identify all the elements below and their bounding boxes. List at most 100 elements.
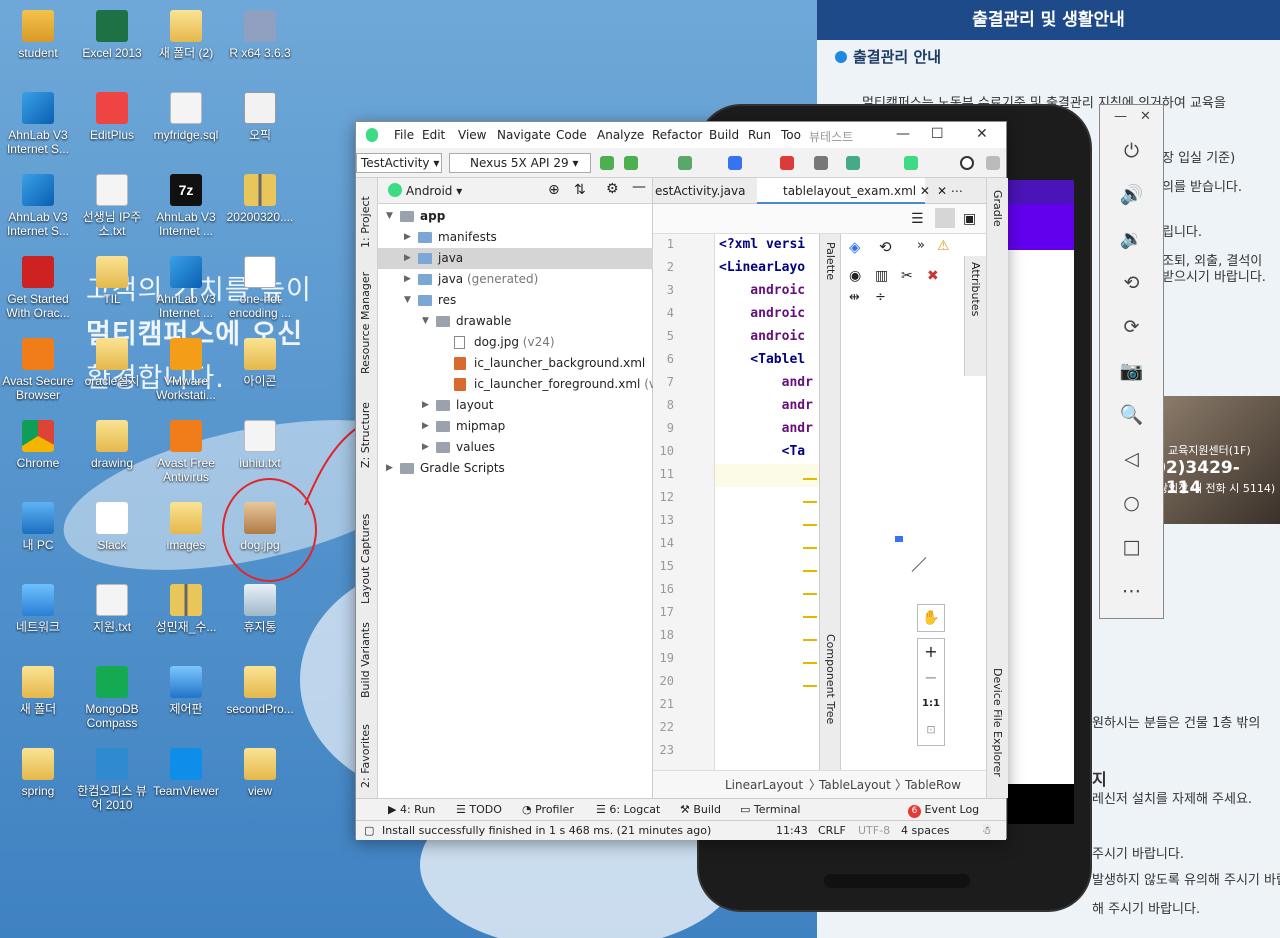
tab-device-file-explorer[interactable]: Device File Explorer xyxy=(991,668,1004,777)
sync-icon[interactable] xyxy=(846,156,860,170)
tab-attributes[interactable]: Attributes xyxy=(969,262,982,316)
rotate-right-icon[interactable]: ⟳ xyxy=(1100,307,1163,347)
hide-panel-icon[interactable]: — xyxy=(632,179,646,195)
volume-up-icon[interactable]: 🔊 xyxy=(1100,175,1163,215)
orientation-icon[interactable]: ⟲ xyxy=(879,238,892,256)
desktop-icon[interactable]: Chrome xyxy=(0,420,76,470)
split-view-icon[interactable] xyxy=(935,208,955,228)
collapsed-arrow-icon[interactable]: ▶ xyxy=(404,227,414,248)
collapsed-arrow-icon[interactable]: ▶ xyxy=(386,458,396,479)
collapsed-arrow-icon[interactable]: ▶ xyxy=(404,269,414,290)
breadcrumb-item[interactable]: TableRow xyxy=(905,771,961,799)
menu-navigate[interactable]: Navigate xyxy=(497,128,551,142)
indent-setting[interactable]: 4 spaces xyxy=(901,824,950,837)
tab-component-tree[interactable]: Component Tree xyxy=(824,634,837,724)
tab-event-log[interactable]: 6 Event Log xyxy=(908,803,979,818)
clear-constraints-icon[interactable]: ✖ xyxy=(927,268,939,284)
collapsed-arrow-icon[interactable]: ▶ xyxy=(422,437,432,458)
pack-icon[interactable]: ⇹ xyxy=(849,290,860,305)
tree-item[interactable]: ▶ manifests xyxy=(378,227,653,248)
desktop-icon[interactable]: 네트워크 xyxy=(0,584,76,634)
menu-too[interactable]: Too xyxy=(781,128,801,142)
desktop-icon[interactable]: 7z AhnLab V3 Internet ... xyxy=(148,174,224,238)
locate-icon[interactable]: ⊕ xyxy=(548,182,560,198)
device-select[interactable]: Nexus 5X API 29 ▾ xyxy=(449,153,591,173)
tree-item[interactable]: ▶ java (generated) xyxy=(378,269,653,290)
desktop-icon[interactable]: 제어판 xyxy=(148,666,224,716)
tab-todo[interactable]: ☰ TODO xyxy=(456,803,502,816)
project-structure-icon[interactable] xyxy=(814,156,828,170)
collapsed-arrow-icon[interactable]: ▶ xyxy=(404,248,414,269)
file-encoding[interactable]: UTF-8 xyxy=(858,824,890,837)
menu-refactor[interactable]: Refactor xyxy=(652,128,702,142)
expanded-arrow-icon[interactable]: ▼ xyxy=(422,311,432,332)
volume-down-icon[interactable]: 🔉 xyxy=(1100,219,1163,259)
tab-build-variants[interactable]: Build Variants xyxy=(359,622,372,698)
desktop-icon[interactable]: 성민재_수... xyxy=(148,584,224,634)
menu-run[interactable]: Run xyxy=(748,128,771,142)
zoom-actual-button[interactable]: 1:1 xyxy=(918,691,944,717)
zoom-fit-button[interactable]: ⊡ xyxy=(918,717,944,743)
tab-project[interactable]: 1: Project xyxy=(359,196,372,248)
power-icon[interactable]: ⏻ xyxy=(1100,131,1163,171)
pan-hand-icon[interactable]: ✋ xyxy=(917,604,945,632)
tree-item[interactable]: ▼ drawable xyxy=(378,311,653,332)
desktop-icon[interactable]: spring xyxy=(0,748,76,798)
tree-item[interactable]: ▶ layout xyxy=(378,395,653,416)
code-editor[interactable]: <?xml versi <LinearLayo androic androic a… xyxy=(715,234,819,770)
tab-testactivity-java[interactable]: estActivity.java xyxy=(653,178,753,204)
close-icon[interactable]: ✕ xyxy=(1140,109,1151,124)
account-icon[interactable] xyxy=(986,156,1000,170)
emulator-screen[interactable] xyxy=(1008,180,1074,824)
collapsed-arrow-icon[interactable]: ▶ xyxy=(422,416,432,437)
menu-뷰테스트[interactable]: 뷰테스트 xyxy=(809,128,853,145)
run-config-select[interactable]: TestActivity ▾ xyxy=(356,153,442,173)
tab-layout-captures[interactable]: Layout Captures xyxy=(359,514,372,604)
tree-item[interactable]: ▶ Gradle Scripts xyxy=(378,458,653,479)
blueprint-icon[interactable]: ▥ xyxy=(875,268,888,284)
tree-item[interactable]: ic_launcher_background.xml xyxy=(378,353,653,374)
tab-resource-manager[interactable]: Resource Manager xyxy=(359,272,372,374)
rotate-left-icon[interactable]: ⟲ xyxy=(1100,263,1163,303)
zoom-icon[interactable]: 🔍 xyxy=(1100,395,1163,435)
eye-icon[interactable]: ◉ xyxy=(849,268,861,284)
desktop-icon[interactable]: 휴지통 xyxy=(222,584,298,634)
more-icon[interactable]: ⋯ xyxy=(1100,571,1163,611)
autoconnect-icon[interactable]: ✂ xyxy=(901,268,913,284)
tab-tablelayout-xml[interactable]: tablelayout_exam.xml ✕ xyxy=(757,178,930,204)
desktop-icon[interactable]: TeamViewer xyxy=(148,748,224,798)
resize-handle[interactable] xyxy=(911,557,927,572)
tab-run[interactable]: ▶ 4: Run xyxy=(388,803,435,816)
menu-code[interactable]: Code xyxy=(556,128,587,142)
tab-palette[interactable]: Palette xyxy=(824,242,837,280)
desktop-icon[interactable]: 20200320.... xyxy=(222,174,298,224)
desktop-icon[interactable]: 새 폴더 xyxy=(0,666,76,716)
code-view-icon[interactable]: ☰ xyxy=(911,211,924,227)
expanded-arrow-icon[interactable]: ▼ xyxy=(404,290,414,311)
desktop-icon[interactable]: 지원.txt xyxy=(74,584,150,634)
expanded-arrow-icon[interactable]: ▼ xyxy=(386,206,396,227)
line-separator[interactable]: CRLF xyxy=(818,824,846,837)
tab-favorites[interactable]: 2: Favorites xyxy=(359,724,372,788)
cursor-position[interactable]: 11:43 xyxy=(776,824,808,837)
collapsed-arrow-icon[interactable]: ▶ xyxy=(422,395,432,416)
desktop-icon[interactable]: 선생님 IP주소.txt xyxy=(74,174,150,238)
desktop-icon[interactable]: student xyxy=(0,10,76,60)
minimize-icon[interactable]: — xyxy=(1114,109,1127,124)
tab-more[interactable]: ✕ ⋯ xyxy=(933,178,983,204)
zoom-out-button[interactable]: − xyxy=(918,665,944,691)
menu-file[interactable]: File xyxy=(394,128,414,142)
tree-item[interactable]: ▶ java xyxy=(378,248,653,269)
desktop-icon[interactable]: 아이콘 xyxy=(222,338,298,388)
desktop-icon[interactable]: AhnLab V3 Internet ... xyxy=(148,256,224,320)
debug-icon[interactable] xyxy=(678,156,692,170)
close-window-button[interactable]: ✕ xyxy=(976,126,988,142)
more-options-icon[interactable]: » xyxy=(917,238,925,253)
align-icon[interactable]: ÷ xyxy=(875,290,886,305)
tree-item[interactable]: ▼ app xyxy=(378,206,653,227)
breadcrumb-item[interactable]: TableLayout xyxy=(819,771,891,799)
menu-analyze[interactable]: Analyze xyxy=(597,128,644,142)
desktop-icon[interactable]: VMware Workstati... xyxy=(148,338,224,402)
desktop-icon[interactable]: MongoDB Compass xyxy=(74,666,150,730)
warning-icon[interactable]: ⚠ xyxy=(937,238,950,254)
